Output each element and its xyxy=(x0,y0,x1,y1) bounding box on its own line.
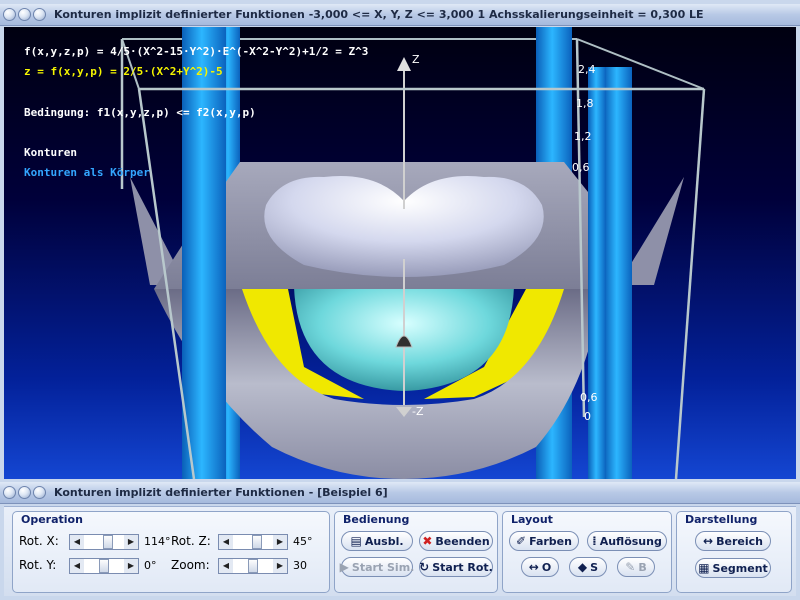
start-rot-button[interactable]: ↻ Start Rot. xyxy=(419,557,493,577)
rot-z-value: 45° xyxy=(293,535,313,548)
main-title-bar[interactable]: Konturen implizit definierter Funktionen… xyxy=(0,4,800,26)
beenden-button[interactable]: ✖ Beenden xyxy=(419,531,493,551)
rotate-icon: ↻ xyxy=(419,560,430,574)
start-rot-button-label: Start Rot. xyxy=(432,560,493,574)
grid-icon: ⁞ xyxy=(592,534,597,548)
arrow-right-icon[interactable]: ▶ xyxy=(124,559,138,573)
condition-text: Bedingung: f1(x,y,z,p) <= f2(x,y,p) xyxy=(24,106,256,119)
farben-button[interactable]: ✐ Farben xyxy=(509,531,579,551)
z-axis-label: Z xyxy=(412,53,420,66)
rot-y-value: 0° xyxy=(144,559,157,572)
rot-y-label: Rot. Y: xyxy=(19,558,57,572)
paint-brush-icon: ✐ xyxy=(516,534,527,548)
maximize-window-button[interactable] xyxy=(33,486,46,499)
tick-label: 1,8 xyxy=(576,97,594,110)
fill-icon: ◆ xyxy=(577,560,588,574)
arrow-right-icon[interactable]: ▶ xyxy=(273,559,287,573)
start-sim-button[interactable]: ▶ Start Sim. xyxy=(339,557,415,577)
o-button-label: O xyxy=(541,560,552,574)
aufloesung-button[interactable]: ⁞ Auflösung xyxy=(587,531,667,551)
segment-button-label: Segment xyxy=(712,561,768,575)
rot-x-slider[interactable]: ◀ ▶ xyxy=(69,534,139,550)
o-button[interactable]: ↔ O xyxy=(521,557,559,577)
zoom-label: Zoom: xyxy=(171,558,210,572)
b-button[interactable]: ✎ B xyxy=(617,557,655,577)
pillar-front-left xyxy=(182,27,226,479)
layout-group: Layout ✐ Farben ⁞ Auflösung ↔ O ◆ S ✎ B xyxy=(502,511,672,593)
control-panel: Operation Rot. X: ◀ ▶ 114° Rot. Y: ◀ ▶ 0… xyxy=(4,506,796,596)
z-axis-arrow-top xyxy=(397,57,411,71)
bedienung-group: Bedienung ▤ Ausbl. ✖ Beenden ▶ Start Sim… xyxy=(334,511,498,593)
brush-icon: ✎ xyxy=(625,560,636,574)
range-icon: ↔ xyxy=(703,534,714,548)
bereich-button-label: Bereich xyxy=(716,534,763,548)
play-icon: ▶ xyxy=(339,560,349,574)
close-window-button[interactable] xyxy=(3,8,16,21)
formula-f1: f(x,y,z,p) = 4/5·(X^2-15·Y^2)·E^(-X^2-Y^… xyxy=(24,45,369,58)
plot-3d-viewport[interactable]: f(x,y,z,p) = 4/5·(X^2-15·Y^2)·E^(-X^2-Y^… xyxy=(4,27,796,479)
segment-button[interactable]: ▦ Segment xyxy=(695,558,771,578)
tick-label: 0,6 xyxy=(580,391,598,404)
arrow-left-icon[interactable]: ◀ xyxy=(70,559,84,573)
bedienung-title: Bedienung xyxy=(343,513,410,526)
table-icon: ▦ xyxy=(698,561,710,575)
tick-label: 1,2 xyxy=(574,130,592,143)
control-window-title: Konturen implizit definierter Funktionen… xyxy=(54,486,388,499)
rot-y-slider[interactable]: ◀ ▶ xyxy=(69,558,139,574)
slider-thumb[interactable] xyxy=(102,535,113,549)
legend-konturen-koerper: Konturen als Körper xyxy=(24,166,150,179)
neg-z-axis-label: -Z xyxy=(412,405,424,418)
arrow-left-icon[interactable]: ◀ xyxy=(219,559,233,573)
arrows-icon: ↔ xyxy=(528,560,539,574)
tick-label: 2,4 xyxy=(578,63,596,76)
arrow-right-icon[interactable]: ▶ xyxy=(273,535,287,549)
scene-graphics xyxy=(120,27,706,479)
minimize-window-button[interactable] xyxy=(18,8,31,21)
arrow-left-icon[interactable]: ◀ xyxy=(219,535,233,549)
legend-konturen: Konturen xyxy=(24,146,77,159)
darstellung-group: Darstellung ↔ Bereich ▦ Segment xyxy=(676,511,792,593)
control-title-bar[interactable]: Konturen implizit definierter Funktionen… xyxy=(0,482,800,504)
arrow-right-icon[interactable]: ▶ xyxy=(124,535,138,549)
formula-f2: z = f(x,y,p) = 2/5·(X^2+Y^2)-5 xyxy=(24,65,223,78)
slider-thumb[interactable] xyxy=(248,559,258,573)
window-controls xyxy=(3,8,46,21)
bereich-button[interactable]: ↔ Bereich xyxy=(695,531,771,551)
window-controls xyxy=(3,486,46,499)
farben-button-label: Farben xyxy=(529,534,572,548)
close-icon: ✖ xyxy=(422,534,433,548)
aufloesung-button-label: Auflösung xyxy=(599,534,662,548)
beenden-button-label: Beenden xyxy=(435,534,490,548)
rot-x-label: Rot. X: xyxy=(19,534,59,548)
pillar-front-right xyxy=(604,67,632,479)
layout-title: Layout xyxy=(511,513,553,526)
zoom-slider[interactable]: ◀ ▶ xyxy=(218,558,288,574)
main-window-title: Konturen implizit definierter Funktionen… xyxy=(54,8,704,21)
rot-z-label: Rot. Z: xyxy=(171,534,211,548)
zoom-value: 30 xyxy=(293,559,307,572)
hide-icon: ▤ xyxy=(350,534,362,548)
darstellung-title: Darstellung xyxy=(685,513,758,526)
ausbl-button-label: Ausbl. xyxy=(364,534,404,548)
ausbl-button[interactable]: ▤ Ausbl. xyxy=(341,531,413,551)
maximize-window-button[interactable] xyxy=(33,8,46,21)
tick-label: 0 xyxy=(584,410,591,423)
close-window-button[interactable] xyxy=(3,486,16,499)
slider-thumb[interactable] xyxy=(99,559,109,573)
slider-thumb[interactable] xyxy=(251,535,262,549)
minimize-window-button[interactable] xyxy=(18,486,31,499)
rot-x-value: 114° xyxy=(144,535,171,548)
operation-group: Operation Rot. X: ◀ ▶ 114° Rot. Y: ◀ ▶ 0… xyxy=(12,511,330,593)
arrow-left-icon[interactable]: ◀ xyxy=(70,535,84,549)
b-button-label: B xyxy=(638,560,647,574)
tick-label: 0,6 xyxy=(572,161,590,174)
s-button-label: S xyxy=(590,560,599,574)
rot-z-slider[interactable]: ◀ ▶ xyxy=(218,534,288,550)
s-button[interactable]: ◆ S xyxy=(569,557,607,577)
operation-title: Operation xyxy=(21,513,83,526)
start-sim-button-label: Start Sim. xyxy=(351,560,415,574)
